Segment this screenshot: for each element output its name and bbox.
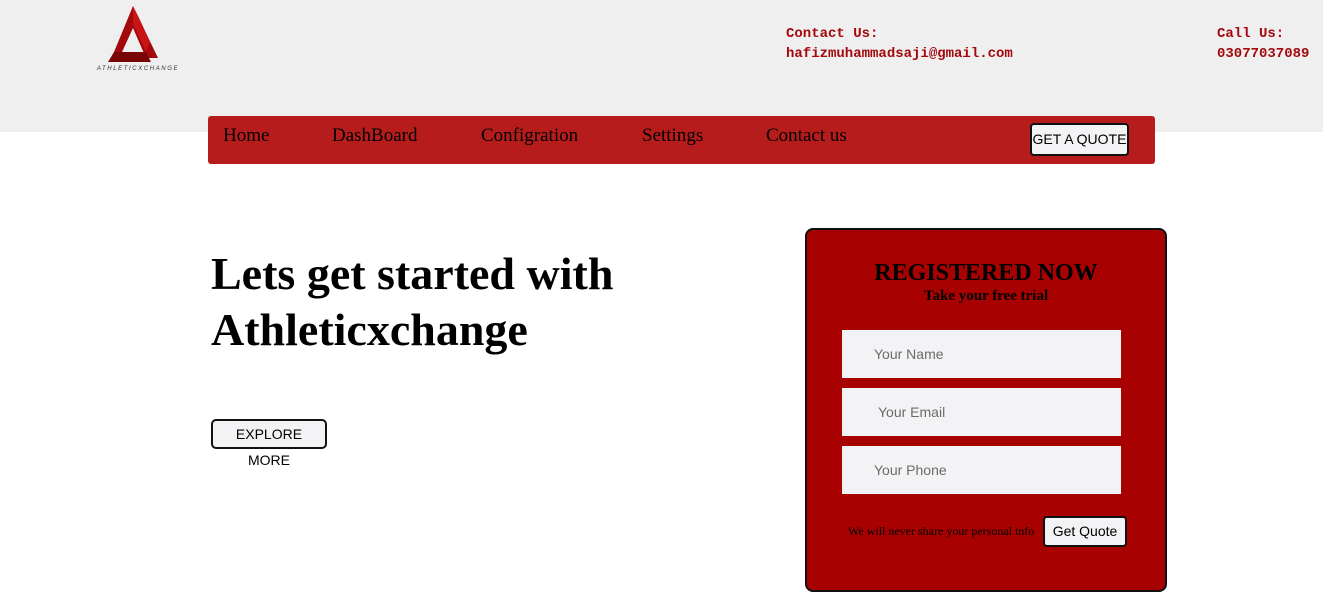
email-input[interactable] [842,388,1121,436]
logo-icon [108,6,158,62]
nav-item-configuration[interactable]: Configration [481,125,578,147]
registration-subtitle: Take your free trial [923,288,1049,304]
main-navbar: Home DashBoard Configration Settings Con… [208,116,1155,164]
get-a-quote-button[interactable]: GET A QUOTE [1030,123,1129,156]
privacy-note: We will never share your personal info [848,524,1035,538]
call-label: Call Us: [1217,26,1285,42]
nav-item-settings[interactable]: Settings [642,125,703,147]
contact-label: Contact Us: [786,26,879,42]
registration-card: REGISTERED NOW Take your free trial We w… [805,228,1167,592]
call-number[interactable]: 03077037089 [1217,44,1309,64]
nav-item-dashboard[interactable]: DashBoard [332,125,417,147]
name-input[interactable] [842,330,1121,378]
logo-wordmark: ATHLETICXCHANGE [96,66,180,72]
contact-email[interactable]: hafizmuhammadsaji@gmail.com [786,44,1013,64]
nav-item-home[interactable]: Home [223,125,269,147]
nav-item-contact[interactable]: Contact us [766,125,847,147]
phone-input[interactable] [842,446,1121,494]
contact-email-block: Contact Us: hafizmuhammadsaji@gmail.com [786,24,1013,64]
contact-phone-block: Call Us: 03077037089 [1217,24,1309,64]
hero-title: Lets get started with Athleticxchange [211,248,614,355]
brand-logo[interactable]: ATHLETICXCHANGE [88,6,188,78]
get-quote-button[interactable]: Get Quote [1043,516,1127,547]
registration-title: REGISTERED NOW [874,260,1098,286]
explore-more-button[interactable]: EXPLORE MORE [211,419,327,468]
top-header: ATHLETICXCHANGE Contact Us: hafizmuhamma… [0,0,1323,132]
